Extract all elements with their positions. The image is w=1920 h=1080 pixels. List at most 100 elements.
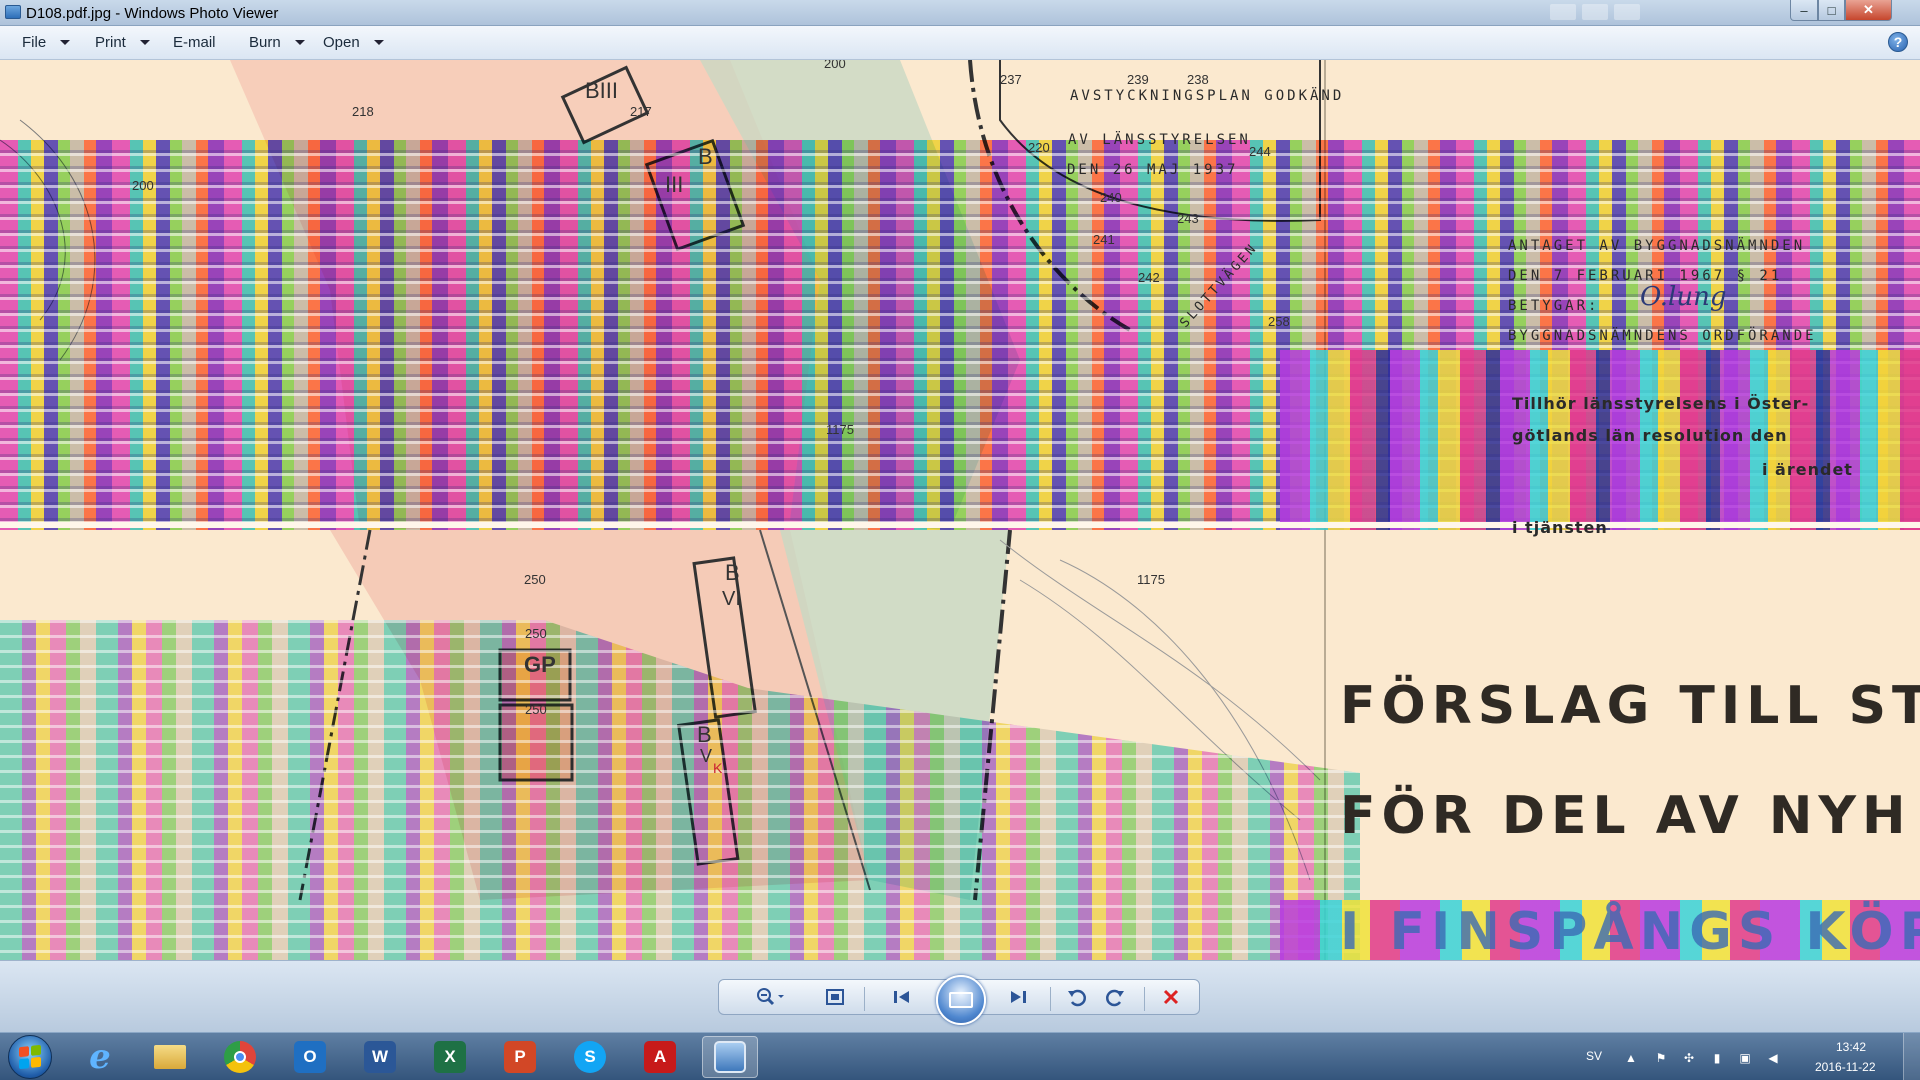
powerpoint-icon: P — [504, 1041, 536, 1073]
county-text-line: i tjänsten — [1512, 518, 1608, 537]
zone-label: V — [700, 746, 713, 766]
action-center-flag-icon[interactable]: ⚑ — [1654, 1051, 1668, 1065]
map-number: 242 — [1138, 270, 1160, 285]
signature: O.lung — [1640, 282, 1727, 312]
network-icon[interactable]: ▣ — [1738, 1051, 1752, 1065]
magnifier-icon[interactable] — [748, 983, 792, 1011]
map-number: 241 — [1093, 232, 1115, 247]
menu-email[interactable]: E-mail — [173, 34, 216, 51]
chevron-down-icon — [294, 40, 305, 45]
title-bar: D108.pdf.jpg - Windows Photo Viewer – □ … — [0, 0, 1920, 26]
zone-label: III — [665, 172, 684, 197]
menu-bar: File Print E-mail Burn Open ? — [0, 26, 1920, 60]
taskbar-acrobat[interactable]: A — [632, 1036, 688, 1078]
zone-label: VI — [722, 588, 741, 610]
map-number: 243 — [1177, 211, 1199, 226]
menu-print-label: Print — [95, 34, 126, 51]
internet-explorer-icon: e — [89, 1037, 111, 1077]
taskbar-photo-viewer[interactable] — [702, 1036, 758, 1078]
show-desktop-button[interactable] — [1903, 1033, 1920, 1080]
zone-label: K — [713, 760, 723, 776]
map-number: 1175 — [826, 422, 854, 437]
taskbar-file-explorer[interactable] — [142, 1036, 198, 1078]
acrobat-icon: A — [644, 1041, 676, 1073]
toolbar-separator — [1050, 987, 1051, 1011]
clock-date[interactable]: 2016-11-22 — [1815, 1060, 1876, 1074]
clock-time[interactable]: 13:42 — [1836, 1040, 1866, 1054]
approval-stamp-line: AV LÄNSSTYRELSEN — [1068, 132, 1251, 148]
maximize-button[interactable]: □ — [1818, 0, 1845, 21]
show-hidden-icons-icon[interactable]: ▲ — [1624, 1051, 1638, 1065]
battery-icon[interactable]: ▮ — [1710, 1051, 1724, 1065]
word-icon: W — [364, 1041, 396, 1073]
slideshow-icon — [949, 992, 973, 1008]
chevron-down-icon — [373, 40, 384, 45]
plot-value: 250 — [525, 626, 547, 641]
toolbar-separator — [864, 987, 865, 1011]
chrome-icon — [224, 1041, 256, 1073]
window-title: D108.pdf.jpg - Windows Photo Viewer — [26, 5, 279, 22]
taskbar-skype[interactable]: S — [562, 1036, 618, 1078]
menu-burn[interactable]: Burn — [249, 34, 305, 51]
map-number: 217 — [630, 104, 652, 119]
inactive-control-ghost — [1550, 4, 1576, 20]
menu-file[interactable]: File — [22, 34, 71, 51]
slideshow-button[interactable] — [936, 975, 986, 1025]
help-icon[interactable]: ? — [1888, 32, 1908, 52]
skype-icon: S — [574, 1041, 606, 1073]
council-text-line: ANTAGET AV BYGGNADSNÄMNDEN — [1508, 238, 1806, 254]
volume-icon[interactable]: ◀ — [1766, 1051, 1780, 1065]
county-text-line: i ärendet — [1762, 460, 1853, 479]
start-button[interactable] — [8, 1035, 52, 1079]
photo-viewer-icon — [5, 5, 21, 19]
zone-label: B — [725, 560, 740, 585]
menu-print[interactable]: Print — [95, 34, 150, 51]
chevron-down-icon — [60, 40, 71, 45]
taskbar: e O W X P S A SV ▲ ⚑ ✣ ▮ ▣ ◀ 13:42 2016-… — [0, 1032, 1920, 1080]
map-number: 1175 — [1137, 572, 1165, 587]
photo-viewer-icon — [714, 1041, 746, 1073]
fit-window-icon[interactable] — [820, 983, 850, 1011]
delete-icon[interactable] — [1156, 983, 1186, 1011]
menu-open[interactable]: Open — [323, 34, 384, 51]
map-number: 237 — [1000, 72, 1022, 87]
rotate-clockwise-icon[interactable] — [1100, 983, 1130, 1011]
image-viewport[interactable]: 200 218 217 237 239 238 220 244 240 243 … — [0, 60, 1920, 960]
taskbar-outlook[interactable]: O — [282, 1036, 338, 1078]
taskbar-word[interactable]: W — [352, 1036, 408, 1078]
map-number: 220 — [1028, 140, 1050, 155]
rotate-counterclockwise-icon[interactable] — [1062, 983, 1092, 1011]
county-text-line: Tillhör länsstyrelsens i Öster- — [1512, 394, 1810, 413]
folder-icon — [154, 1045, 186, 1069]
previous-icon[interactable] — [884, 983, 920, 1011]
map-number: 239 — [1127, 72, 1149, 87]
map-number: 218 — [352, 104, 374, 119]
plan-title-line: I FINSPÅNGS KÖP — [1340, 902, 1920, 960]
menu-email-label: E-mail — [173, 34, 216, 51]
taskbar-excel[interactable]: X — [422, 1036, 478, 1078]
taskbar-powerpoint[interactable]: P — [492, 1036, 548, 1078]
zone-label: GP — [524, 652, 556, 677]
approval-stamp-line: DEN 26 MAJ 1937 — [1067, 162, 1239, 178]
menu-burn-label: Burn — [249, 34, 281, 51]
taskbar-internet-explorer[interactable]: e — [72, 1036, 128, 1078]
map-number: 200 — [824, 60, 846, 71]
council-text-line: BETYGAR: — [1508, 298, 1600, 314]
inactive-control-ghost — [1582, 4, 1608, 20]
windows-logo-icon — [19, 1044, 41, 1070]
plan-title-line: FÖR DEL AV NYH — [1340, 786, 1912, 846]
taskbar-chrome[interactable] — [212, 1036, 268, 1078]
menu-file-label: File — [22, 34, 47, 51]
plan-title-line: FÖRSLAG TILL ST — [1340, 676, 1920, 736]
image-corruption-seam — [0, 522, 1920, 528]
minimize-button[interactable]: – — [1790, 0, 1818, 21]
inactive-control-ghost — [1614, 4, 1640, 20]
outlook-icon: O — [294, 1041, 326, 1073]
map-number: 258 — [1268, 314, 1290, 329]
map-number: 244 — [1249, 144, 1271, 159]
next-icon[interactable] — [1000, 983, 1036, 1011]
network-share-icon[interactable]: ✣ — [1682, 1051, 1696, 1065]
language-indicator[interactable]: SV — [1586, 1049, 1602, 1063]
close-button[interactable]: ✕ — [1845, 0, 1892, 21]
plot-value: 250 — [525, 702, 547, 717]
